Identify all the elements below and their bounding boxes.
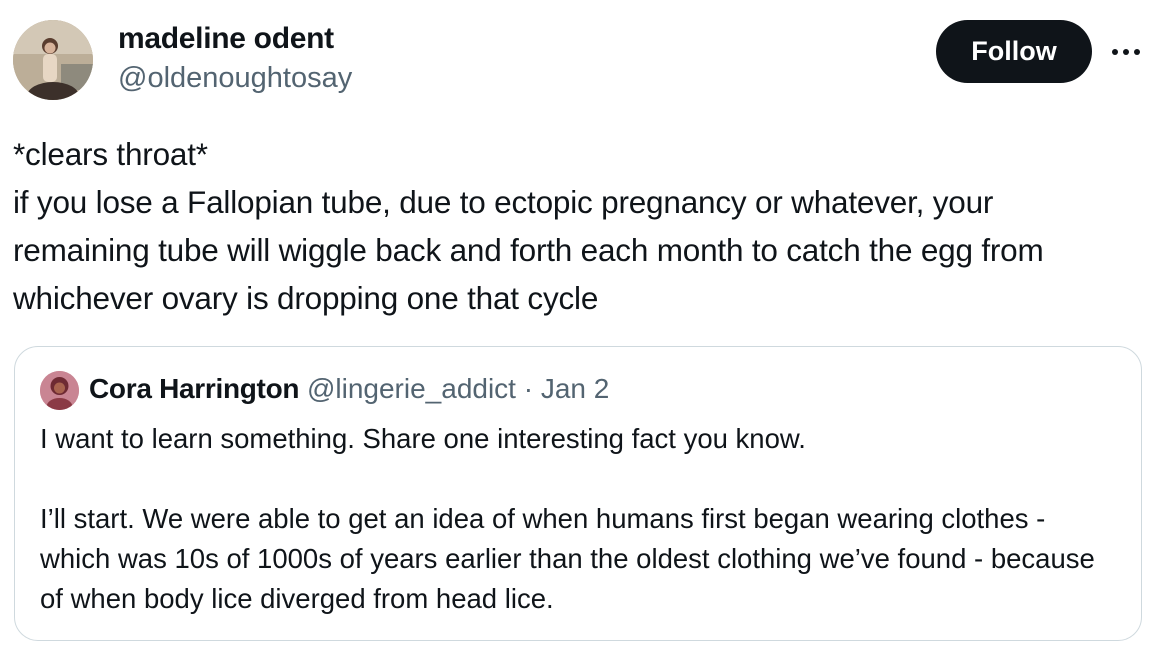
header-separator: · <box>523 373 534 404</box>
quoted-tweet-header: Cora Harrington @lingerie_addict · Jan 2 <box>89 373 609 405</box>
quoted-author-display-name[interactable]: Cora Harrington <box>89 373 299 404</box>
ellipsis-icon <box>1112 49 1140 55</box>
quoted-tweet-card[interactable]: Cora Harrington @lingerie_addict · Jan 2… <box>14 346 1142 641</box>
quoted-author-avatar-image <box>40 371 79 410</box>
tweet-card: madeline odent @oldenoughtosay Follow *c… <box>0 0 1158 658</box>
author-handle[interactable]: @oldenoughtosay <box>118 62 352 95</box>
quoted-tweet-date[interactable]: Jan 2 <box>541 373 610 404</box>
tweet-text: *clears throat* if you lose a Fallopian … <box>13 136 1044 316</box>
quoted-author-handle[interactable]: @lingerie_addict <box>307 373 516 404</box>
quoted-author-avatar[interactable] <box>40 371 79 410</box>
quoted-tweet-text: I want to learn something. Share one int… <box>40 423 1095 614</box>
follow-button[interactable]: Follow <box>936 20 1092 83</box>
more-options-button[interactable] <box>1106 34 1146 70</box>
author-avatar-image <box>13 20 93 100</box>
author-display-name[interactable]: madeline odent <box>118 22 334 56</box>
author-avatar[interactable] <box>13 20 93 100</box>
